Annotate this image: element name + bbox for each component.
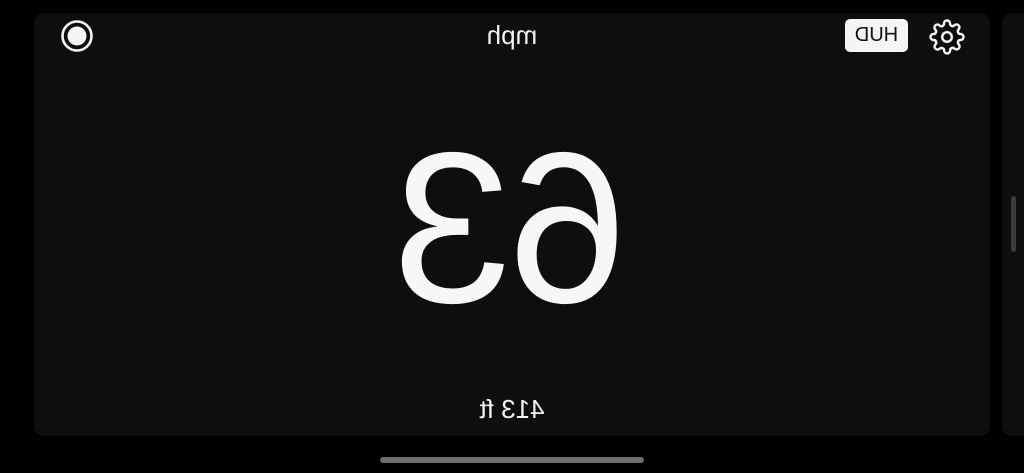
record-button[interactable] [60,19,94,53]
record-icon [61,20,93,52]
speed-unit-label: mph [486,20,538,50]
hud-mode-button[interactable]: HUD [845,19,908,52]
settings-button[interactable] [928,18,965,55]
speed-value: 63 [396,107,628,348]
altitude-label: 413 ft [479,394,545,424]
gear-icon [928,18,965,55]
speedometer-screen: mph HUD 63 413 ft [0,0,1024,473]
home-indicator[interactable] [380,457,644,463]
scroll-indicator[interactable] [1011,196,1016,252]
